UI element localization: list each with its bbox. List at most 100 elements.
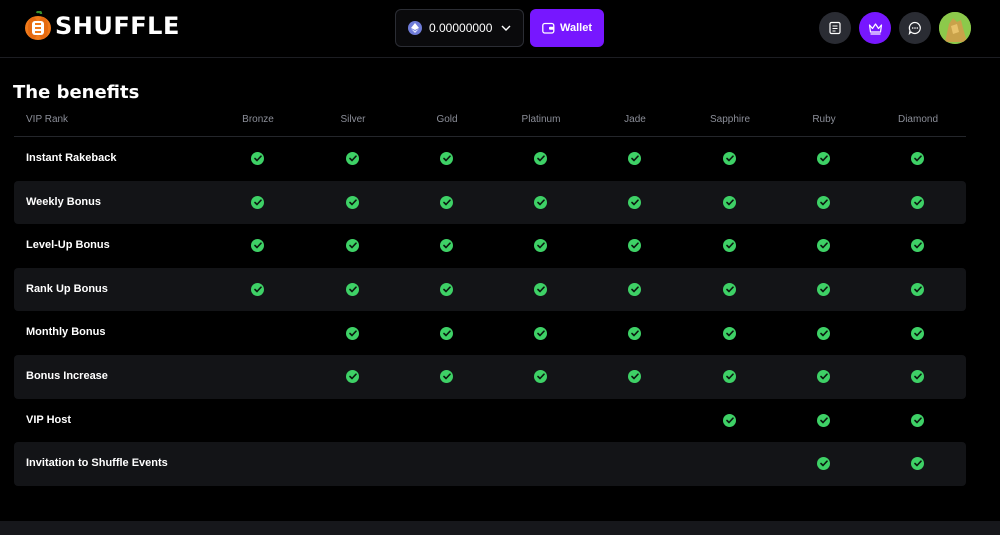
check-cell <box>723 355 737 399</box>
check-circle-icon <box>251 195 264 209</box>
check-cell <box>817 224 831 268</box>
wallet-button[interactable]: Wallet <box>530 9 604 47</box>
user-avatar[interactable] <box>939 12 971 44</box>
check-cell <box>911 355 925 399</box>
check-cell <box>911 399 925 443</box>
benefit-label: Weekly Bonus <box>26 195 101 208</box>
chat-icon <box>908 21 921 35</box>
table-row: Bonus Increase <box>14 354 966 399</box>
check-cell <box>723 268 737 312</box>
check-cell <box>817 268 831 312</box>
check-cell <box>251 181 265 225</box>
balance-selector[interactable]: 0.00000000 <box>395 9 524 47</box>
check-circle-icon <box>534 370 547 384</box>
check-circle-icon <box>346 195 359 209</box>
check-cell <box>628 268 642 312</box>
check-circle-icon <box>911 195 924 209</box>
check-cell <box>723 399 737 443</box>
check-circle-icon <box>346 239 359 253</box>
check-cell <box>534 224 548 268</box>
check-cell <box>440 311 454 355</box>
check-cell <box>723 311 737 355</box>
footer-strip <box>0 521 1000 535</box>
check-circle-icon <box>817 152 830 166</box>
top-header: SHUFFLE 0.00000000 Wallet <box>0 0 1000 58</box>
check-circle-icon <box>346 283 359 297</box>
check-circle-icon <box>911 370 924 384</box>
check-cell <box>440 137 454 181</box>
check-circle-icon <box>723 413 736 427</box>
check-circle-icon <box>628 326 641 340</box>
check-cell <box>628 181 642 225</box>
check-cell <box>251 137 265 181</box>
wallet-label: Wallet <box>560 22 592 34</box>
table-row: Monthly Bonus <box>14 311 966 355</box>
chat-button[interactable] <box>899 12 931 44</box>
check-cell <box>817 181 831 225</box>
check-cell <box>723 137 737 181</box>
table-row: Level-Up Bonus <box>14 224 966 268</box>
check-circle-icon <box>723 239 736 253</box>
rank-header: Gold <box>436 114 458 125</box>
check-cell <box>534 355 548 399</box>
check-circle-icon <box>817 326 830 340</box>
table-row: Instant Rakeback <box>14 137 966 181</box>
rank-header: Platinum <box>521 114 561 125</box>
benefit-label: Invitation to Shuffle Events <box>26 457 168 470</box>
ethereum-icon <box>408 21 422 35</box>
page-title: The benefits <box>13 82 140 103</box>
check-circle-icon <box>534 239 547 253</box>
benefit-label: VIP Host <box>26 413 72 426</box>
table-row: VIP Host <box>14 399 966 443</box>
table-body: Instant Rakeback Weekly Bonus Level-Up Bon… <box>14 137 966 486</box>
table-row: Weekly Bonus <box>14 180 966 225</box>
check-circle-icon <box>346 152 359 166</box>
check-cell <box>440 355 454 399</box>
benefit-label: Bonus Increase <box>26 369 108 382</box>
check-circle-icon <box>723 195 736 209</box>
check-cell <box>911 181 925 225</box>
benefit-label: Rank Up Bonus <box>26 282 108 295</box>
rank-header: Sapphire <box>709 114 751 125</box>
check-circle-icon <box>440 326 453 340</box>
check-cell <box>534 311 548 355</box>
check-circle-icon <box>628 239 641 253</box>
check-circle-icon <box>911 283 924 297</box>
check-cell <box>723 181 737 225</box>
benefit-label: Monthly Bonus <box>26 326 106 339</box>
check-circle-icon <box>534 195 547 209</box>
check-cell <box>911 224 925 268</box>
check-circle-icon <box>440 283 453 297</box>
check-circle-icon <box>440 152 453 166</box>
check-circle-icon <box>817 413 830 427</box>
check-circle-icon <box>911 326 924 340</box>
check-cell <box>346 355 360 399</box>
crown-icon <box>868 22 882 35</box>
benefit-label: Instant Rakeback <box>26 152 117 164</box>
check-cell <box>534 268 548 312</box>
check-cell <box>817 355 831 399</box>
rank-header: Ruby <box>812 114 836 125</box>
check-cell <box>911 311 925 355</box>
check-cell <box>346 311 360 355</box>
check-cell <box>628 137 642 181</box>
check-cell <box>817 311 831 355</box>
pumpkin-logo-icon <box>24 10 52 41</box>
receipt-icon <box>829 21 841 35</box>
shuffle-logo[interactable]: SHUFFLE <box>24 10 180 41</box>
check-cell <box>911 442 925 486</box>
check-circle-icon <box>440 195 453 209</box>
check-cell <box>251 268 265 312</box>
check-cell <box>440 268 454 312</box>
check-circle-icon <box>723 152 736 166</box>
transactions-button[interactable] <box>819 12 851 44</box>
benefits-table: VIP Rank Bronze Silver Gold Platinum Jad… <box>14 104 966 486</box>
check-circle-icon <box>346 326 359 340</box>
check-circle-icon <box>817 370 830 384</box>
table-row: Rank Up Bonus <box>14 267 966 312</box>
check-circle-icon <box>817 457 830 471</box>
check-circle-icon <box>251 239 264 253</box>
check-circle-icon <box>534 152 547 166</box>
check-circle-icon <box>911 457 924 471</box>
vip-button[interactable] <box>859 12 891 44</box>
